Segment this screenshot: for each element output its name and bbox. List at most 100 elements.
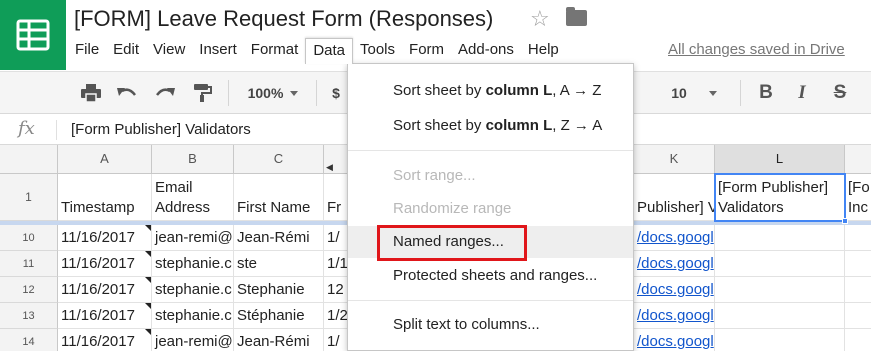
bold-button[interactable]: B bbox=[752, 72, 780, 114]
menu-item-randomize-range[interactable]: Randomize range bbox=[348, 193, 633, 225]
cell-validators[interactable] bbox=[715, 329, 845, 351]
cell-timestamp[interactable]: 11/16/2017 bbox=[58, 251, 152, 277]
cell-d[interactable]: 12 bbox=[324, 277, 348, 303]
menu-item-sort-a-z[interactable]: Sort sheet by column L, A → Z bbox=[348, 75, 633, 107]
row-header[interactable]: 10 bbox=[0, 225, 58, 251]
header-m-line1: [Fo bbox=[848, 179, 870, 196]
cell-d[interactable]: 1/ bbox=[324, 225, 348, 251]
save-status-link[interactable]: All changes saved in Drive bbox=[668, 41, 845, 58]
row-header[interactable]: 12 bbox=[0, 277, 58, 303]
header-cell-email[interactable]: Email Address bbox=[152, 174, 234, 221]
cell-validators[interactable] bbox=[715, 303, 845, 329]
cell-timestamp[interactable]: 11/16/2017 bbox=[58, 225, 152, 251]
document-title[interactable]: [FORM] Leave Request Form (Responses) bbox=[74, 6, 493, 32]
folder-icon[interactable] bbox=[566, 7, 587, 26]
cell-email[interactable]: stephanie.c bbox=[152, 303, 234, 329]
menu-item-protected-sheets[interactable]: Protected sheets and ranges... bbox=[348, 260, 633, 292]
cell-timestamp[interactable]: 11/16/2017 bbox=[58, 329, 152, 351]
menu-bar: File Edit View Insert Format Data Tools … bbox=[68, 38, 566, 64]
cell-first-name[interactable]: Jean-Rémi bbox=[234, 329, 324, 351]
redo-button[interactable] bbox=[150, 72, 180, 114]
header-cell-k[interactable]: Publisher] V bbox=[634, 174, 715, 221]
print-icon bbox=[81, 84, 101, 102]
cell-email[interactable]: stephanie.c bbox=[152, 251, 234, 277]
header-m-line2: Inc bbox=[848, 199, 869, 216]
print-button[interactable] bbox=[76, 72, 106, 114]
currency-format-button[interactable]: $ bbox=[326, 72, 346, 114]
cell-k-link[interactable]: /docs.googl bbox=[634, 225, 715, 251]
cell-m[interactable] bbox=[845, 277, 871, 303]
paint-format-button[interactable] bbox=[188, 72, 218, 114]
data-menu-dropdown: Sort sheet by column L, A → Z Sort sheet… bbox=[347, 63, 634, 351]
cell-timestamp[interactable]: 11/16/2017 bbox=[58, 277, 152, 303]
menu-file[interactable]: File bbox=[68, 38, 106, 64]
menu-help[interactable]: Help bbox=[521, 38, 566, 64]
column-header-c[interactable]: C bbox=[234, 145, 324, 174]
cell-first-name[interactable]: Stephanie bbox=[234, 277, 324, 303]
cell-d[interactable]: 1/ bbox=[324, 329, 348, 351]
cell-k-link[interactable]: /docs.googl bbox=[634, 277, 715, 303]
menu-insert[interactable]: Insert bbox=[192, 38, 244, 64]
cell-first-name[interactable]: ste bbox=[234, 251, 324, 277]
column-header-b[interactable]: B bbox=[152, 145, 234, 174]
menu-item-sort-range[interactable]: Sort range... bbox=[348, 160, 633, 192]
fill-handle[interactable] bbox=[842, 218, 848, 224]
sort-az-suffix: , A → Z bbox=[552, 82, 602, 99]
column-header-l[interactable]: L bbox=[715, 145, 845, 174]
header-cell-first-name[interactable]: First Name bbox=[234, 174, 324, 221]
header-cell-m[interactable]: [Fo Inc bbox=[845, 174, 871, 221]
column-header-d[interactable]: ◀ bbox=[324, 145, 348, 174]
column-header-m[interactable] bbox=[845, 145, 871, 174]
toolbar-divider bbox=[228, 80, 229, 106]
menu-item-sort-z-a[interactable]: Sort sheet by column L, Z → A bbox=[348, 110, 633, 142]
named-ranges-highlight bbox=[377, 225, 527, 261]
star-icon[interactable]: ☆ bbox=[530, 6, 550, 32]
cell-validators[interactable] bbox=[715, 277, 845, 303]
row-header[interactable]: 14 bbox=[0, 329, 58, 351]
undo-button[interactable] bbox=[112, 72, 142, 114]
redo-icon bbox=[156, 88, 175, 96]
sort-az-column: column L bbox=[485, 82, 553, 99]
cell-m[interactable] bbox=[845, 329, 871, 351]
menu-view[interactable]: View bbox=[146, 38, 192, 64]
cell-k-link[interactable]: /docs.googl bbox=[634, 251, 715, 277]
cell-d[interactable]: 1/2 bbox=[324, 303, 348, 329]
zoom-select[interactable]: 100% bbox=[240, 72, 306, 114]
cell-email[interactable]: jean-remi@ bbox=[152, 225, 234, 251]
cell-timestamp[interactable]: 11/16/2017 bbox=[58, 303, 152, 329]
row-header[interactable]: 13 bbox=[0, 303, 58, 329]
toolbar-divider bbox=[740, 80, 741, 106]
cell-validators[interactable] bbox=[715, 225, 845, 251]
menu-tools[interactable]: Tools bbox=[353, 38, 402, 64]
column-header-a[interactable]: A bbox=[58, 145, 152, 174]
menu-data[interactable]: Data bbox=[305, 38, 353, 64]
menu-format[interactable]: Format bbox=[244, 38, 306, 64]
font-size-select[interactable]: 10 bbox=[664, 72, 724, 114]
cell-m[interactable] bbox=[845, 225, 871, 251]
formula-input[interactable]: [Form Publisher] Validators bbox=[71, 121, 251, 138]
strikethrough-button[interactable]: S bbox=[826, 72, 854, 114]
sheets-logo[interactable] bbox=[0, 0, 66, 70]
row-header[interactable]: 11 bbox=[0, 251, 58, 277]
cell-email[interactable]: jean-remi@ bbox=[152, 329, 234, 351]
menu-form[interactable]: Form bbox=[402, 38, 451, 64]
selected-cell-outline bbox=[714, 173, 846, 222]
menu-item-split-text[interactable]: Split text to columns... bbox=[348, 309, 633, 341]
italic-button[interactable]: I bbox=[788, 72, 816, 114]
column-header-k[interactable]: K bbox=[634, 145, 715, 174]
cell-m[interactable] bbox=[845, 303, 871, 329]
cell-k-link[interactable]: /docs.googl bbox=[634, 303, 715, 329]
menu-edit[interactable]: Edit bbox=[106, 38, 146, 64]
cell-k-link[interactable]: /docs.googl bbox=[634, 329, 715, 351]
row-header-1[interactable]: 1 bbox=[0, 174, 58, 221]
cell-m[interactable] bbox=[845, 251, 871, 277]
select-all-corner[interactable] bbox=[0, 145, 58, 174]
header-cell-timestamp[interactable]: Timestamp bbox=[58, 174, 152, 221]
cell-email[interactable]: stephanie.c bbox=[152, 277, 234, 303]
header-cell-d[interactable]: Fr bbox=[324, 174, 348, 221]
cell-first-name[interactable]: Stéphanie bbox=[234, 303, 324, 329]
menu-add-ons[interactable]: Add-ons bbox=[451, 38, 521, 64]
cell-first-name[interactable]: Jean-Rémi bbox=[234, 225, 324, 251]
cell-validators[interactable] bbox=[715, 251, 845, 277]
cell-d[interactable]: 1/1 bbox=[324, 251, 348, 277]
